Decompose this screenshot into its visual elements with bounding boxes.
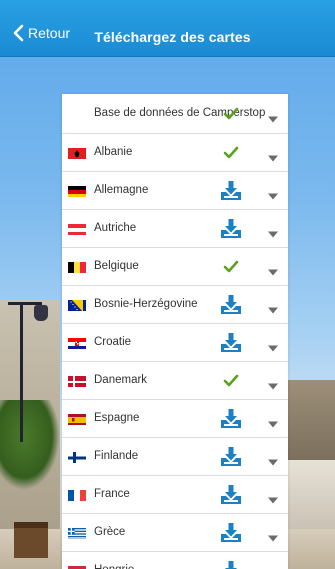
flag-hr-icon xyxy=(68,337,86,349)
download-icon[interactable] xyxy=(218,560,244,569)
list-item-label: Finlande xyxy=(94,450,139,462)
download-icon[interactable] xyxy=(218,446,244,468)
list-item[interactable]: Grèce xyxy=(62,514,288,552)
chevron-down-icon[interactable] xyxy=(268,377,278,389)
street-lamp-head xyxy=(34,305,48,321)
back-button[interactable]: Retour xyxy=(12,24,70,42)
check-icon xyxy=(218,142,244,164)
list-item[interactable]: Belgique xyxy=(62,248,288,286)
map-download-list: Base de données de Camperstop Albanie Alle… xyxy=(62,94,288,569)
list-item-label: Albanie xyxy=(94,146,133,158)
download-icon[interactable] xyxy=(218,294,244,316)
chevron-down-icon[interactable] xyxy=(268,491,278,503)
download-icon[interactable] xyxy=(218,484,244,506)
check-icon xyxy=(218,256,244,278)
chevron-down-icon[interactable] xyxy=(268,187,278,199)
chevron-down-icon[interactable] xyxy=(268,110,278,122)
status-bar-spacer xyxy=(0,0,335,16)
list-item[interactable]: Bosnie-Herzégovine xyxy=(62,286,288,324)
flag-be-icon xyxy=(68,261,86,273)
back-button-label: Retour xyxy=(28,25,71,41)
list-item[interactable]: Finlande xyxy=(62,438,288,476)
list-item-label: Hongrie xyxy=(94,564,288,569)
flag-at-icon xyxy=(68,223,86,235)
flag-fr-icon xyxy=(68,489,86,501)
chevron-down-icon[interactable] xyxy=(268,225,278,237)
list-item-label: Bosnie-Herzégovine xyxy=(94,298,198,310)
list-item-label: Espagne xyxy=(94,412,140,424)
download-icon[interactable] xyxy=(218,180,244,202)
flag-hu-icon xyxy=(68,565,86,569)
page-title: Téléchargez des cartes xyxy=(94,28,251,45)
download-icon[interactable] xyxy=(218,218,244,240)
chevron-down-icon[interactable] xyxy=(268,339,278,351)
flag-dk-icon xyxy=(68,375,86,387)
chevron-left-icon xyxy=(13,24,24,42)
download-icon[interactable] xyxy=(218,408,244,430)
list-item[interactable]: Espagne xyxy=(62,400,288,438)
palm-tree xyxy=(0,400,60,490)
download-icon[interactable] xyxy=(218,522,244,544)
flag-es-icon xyxy=(68,413,86,425)
check-icon xyxy=(218,370,244,392)
list-item[interactable]: Allemagne xyxy=(62,172,288,210)
flag-fi-icon xyxy=(68,451,86,463)
chevron-down-icon[interactable] xyxy=(268,453,278,465)
list-rows: Base de données de Camperstop Albanie Alle… xyxy=(62,94,288,569)
flag-de-icon xyxy=(68,185,86,197)
list-item-label: Base de données de Camperstop xyxy=(94,107,266,119)
list-item[interactable]: Danemark xyxy=(62,362,288,400)
list-item-label: Croatie xyxy=(94,336,132,348)
chevron-down-icon[interactable] xyxy=(268,263,278,275)
flag-ba-icon xyxy=(68,299,86,311)
flag-al-icon xyxy=(68,147,86,159)
list-item-label: Autriche xyxy=(94,222,137,234)
chevron-down-icon[interactable] xyxy=(268,301,278,313)
list-item-label: France xyxy=(94,488,130,500)
list-item-label: Grèce xyxy=(94,526,126,538)
flag-gr-icon xyxy=(68,527,86,539)
nav-bar-content: Retour Téléchargez des cartes xyxy=(0,16,335,57)
chevron-down-icon[interactable] xyxy=(268,149,278,161)
nav-bar: Retour Téléchargez des cartes xyxy=(0,0,335,57)
list-item[interactable]: Autriche xyxy=(62,210,288,248)
street-lamp xyxy=(20,302,23,442)
bench xyxy=(14,522,48,558)
list-item-label: Danemark xyxy=(94,374,148,386)
list-item-label: Belgique xyxy=(94,260,139,272)
list-item[interactable]: Hongrie xyxy=(62,552,288,569)
check-icon xyxy=(218,103,244,125)
list-item[interactable]: Base de données de Camperstop xyxy=(62,94,288,134)
list-item[interactable]: France xyxy=(62,476,288,514)
list-item[interactable]: Croatie xyxy=(62,324,288,362)
chevron-down-icon[interactable] xyxy=(268,529,278,541)
chevron-down-icon[interactable] xyxy=(268,415,278,427)
building xyxy=(287,380,335,460)
list-item[interactable]: Albanie xyxy=(62,134,288,172)
list-item-label: Allemagne xyxy=(94,184,149,196)
download-icon[interactable] xyxy=(218,332,244,354)
